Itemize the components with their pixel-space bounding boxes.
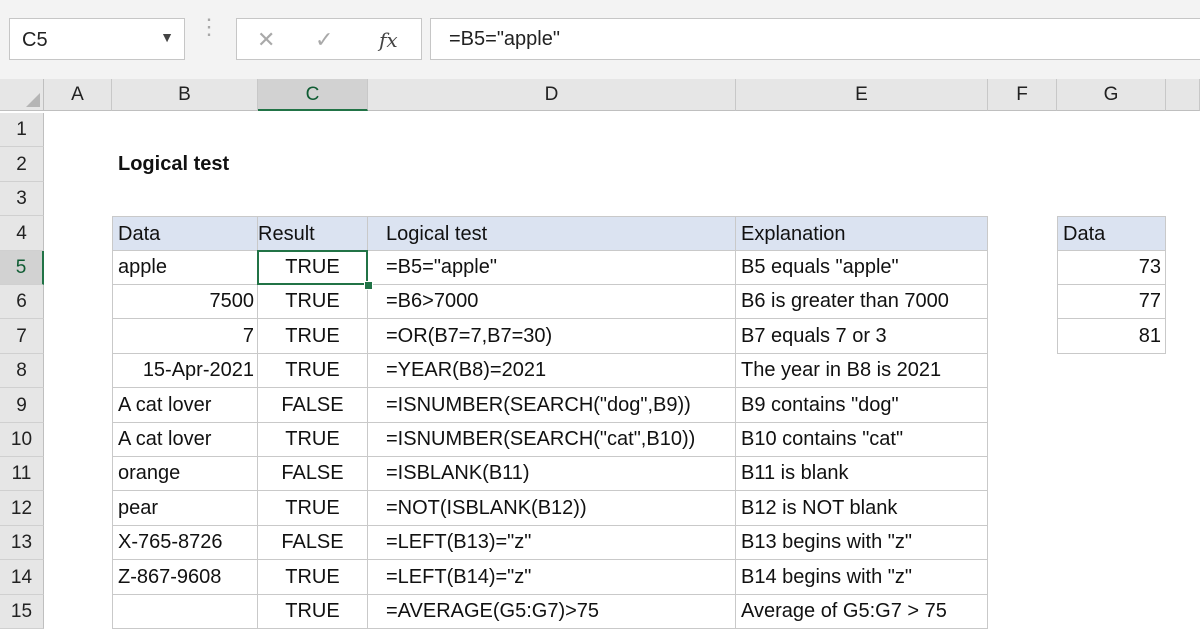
sheet-title: Logical test	[118, 153, 230, 175]
side-table-value[interactable]: 73	[1057, 251, 1166, 285]
formula-cell[interactable]: =LEFT(B13)="z"	[368, 526, 736, 560]
table-header-logical-test[interactable]: Logical test	[368, 216, 736, 251]
cancel-icon[interactable]: ✕	[257, 27, 275, 53]
table-header-result[interactable]: Result	[258, 216, 368, 251]
data-cell[interactable]: apple	[112, 251, 258, 285]
result-cell[interactable]: FALSE	[258, 526, 368, 560]
row-header-1[interactable]: 1	[0, 113, 44, 147]
row-header-11[interactable]: 11	[0, 457, 44, 491]
side-table-value[interactable]: 81	[1057, 319, 1166, 354]
data-cell[interactable]: A cat lover	[112, 388, 258, 423]
data-cell[interactable]: A cat lover	[112, 423, 258, 457]
formula-cell[interactable]: =B5="apple"	[368, 251, 736, 285]
explanation-cell[interactable]: B5 equals "apple"	[736, 251, 988, 285]
column-header-c[interactable]: C	[258, 79, 368, 111]
formula-cell[interactable]: =YEAR(B8)=2021	[368, 354, 736, 388]
result-cell[interactable]: TRUE	[258, 354, 368, 388]
row-header-6[interactable]: 6	[0, 285, 44, 319]
side-table-header[interactable]: Data	[1057, 216, 1166, 251]
column-header-g[interactable]: G	[1057, 79, 1166, 111]
formula-buttons: ✕ ✓ fx	[236, 18, 422, 60]
enter-check-icon[interactable]: ✓	[315, 27, 333, 53]
formula-cell[interactable]: =NOT(ISBLANK(B12))	[368, 491, 736, 526]
result-cell[interactable]: TRUE	[258, 560, 368, 595]
result-cell[interactable]: FALSE	[258, 388, 368, 423]
result-cell[interactable]: TRUE	[258, 491, 368, 526]
data-cell[interactable]	[112, 595, 258, 629]
data-cell[interactable]: orange	[112, 457, 258, 491]
row-header-2[interactable]: 2	[0, 147, 44, 182]
side-table-value[interactable]: 77	[1057, 285, 1166, 319]
explanation-cell[interactable]: B11 is blank	[736, 457, 988, 491]
name-box-value: C5	[22, 29, 48, 51]
fill-handle[interactable]	[364, 281, 373, 290]
select-all-button[interactable]	[0, 79, 44, 111]
result-cell[interactable]: TRUE	[258, 251, 368, 285]
data-cell[interactable]: X-765-8726	[112, 526, 258, 560]
table-header-explanation[interactable]: Explanation	[736, 216, 988, 251]
row-header-10[interactable]: 10	[0, 423, 44, 457]
column-header-d[interactable]: D	[368, 79, 736, 111]
row-header-9[interactable]: 9	[0, 388, 44, 423]
formula-cell[interactable]: =B6>7000	[368, 285, 736, 319]
table-header-data[interactable]: Data	[112, 216, 258, 251]
row-header-14[interactable]: 14	[0, 560, 44, 595]
formula-cell[interactable]: =ISNUMBER(SEARCH("dog",B9))	[368, 388, 736, 423]
row-header-12[interactable]: 12	[0, 491, 44, 526]
data-cell[interactable]: pear	[112, 491, 258, 526]
data-cell[interactable]: 7500	[112, 285, 258, 319]
result-cell[interactable]: TRUE	[258, 285, 368, 319]
explanation-cell[interactable]: The year in B8 is 2021	[736, 354, 988, 388]
column-header-b[interactable]: B	[112, 79, 258, 111]
formula-cell[interactable]: =LEFT(B14)="z"	[368, 560, 736, 595]
result-cell[interactable]: FALSE	[258, 457, 368, 491]
row-header-3[interactable]: 3	[0, 182, 44, 216]
row-header-13[interactable]: 13	[0, 526, 44, 560]
row-header-5[interactable]: 5	[0, 251, 44, 285]
select-all-triangle-icon	[26, 93, 40, 107]
explanation-cell[interactable]: B13 begins with "z"	[736, 526, 988, 560]
data-cell[interactable]: Z-867-9608	[112, 560, 258, 595]
explanation-cell[interactable]: B12 is NOT blank	[736, 491, 988, 526]
row-header-15[interactable]: 15	[0, 595, 44, 629]
row-header-7[interactable]: 7	[0, 319, 44, 354]
chevron-down-icon[interactable]: ▼	[160, 29, 174, 45]
explanation-cell[interactable]: B10 contains "cat"	[736, 423, 988, 457]
result-cell[interactable]: TRUE	[258, 595, 368, 629]
column-header-filler	[1166, 79, 1200, 111]
insert-function-icon[interactable]: fx	[379, 28, 398, 52]
formula-cell[interactable]: =ISNUMBER(SEARCH("cat",B10))	[368, 423, 736, 457]
grip-icon[interactable]: ⋮	[198, 16, 220, 38]
explanation-cell[interactable]: B14 begins with "z"	[736, 560, 988, 595]
result-cell[interactable]: TRUE	[258, 319, 368, 354]
column-header-e[interactable]: E	[736, 79, 988, 111]
name-box[interactable]: C5 ▼	[9, 18, 185, 60]
explanation-cell[interactable]: B7 equals 7 or 3	[736, 319, 988, 354]
explanation-cell[interactable]: B6 is greater than 7000	[736, 285, 988, 319]
column-header-a[interactable]: A	[44, 79, 112, 111]
data-cell[interactable]: 7	[112, 319, 258, 354]
formula-input[interactable]: =B5="apple"	[430, 18, 1200, 60]
formula-bar: C5 ▼ ⋮ ✕ ✓ fx =B5="apple"	[0, 0, 1200, 79]
explanation-cell[interactable]: Average of G5:G7 > 75	[736, 595, 988, 629]
row-header-8[interactable]: 8	[0, 354, 44, 388]
data-cell[interactable]: 15-Apr-2021	[112, 354, 258, 388]
row-header-4[interactable]: 4	[0, 216, 44, 251]
formula-cell[interactable]: =ISBLANK(B11)	[368, 457, 736, 491]
explanation-cell[interactable]: B9 contains "dog"	[736, 388, 988, 423]
result-cell[interactable]: TRUE	[258, 423, 368, 457]
formula-cell[interactable]: =AVERAGE(G5:G7)>75	[368, 595, 736, 629]
formula-cell[interactable]: =OR(B7=7,B7=30)	[368, 319, 736, 354]
column-header-f[interactable]: F	[988, 79, 1057, 111]
